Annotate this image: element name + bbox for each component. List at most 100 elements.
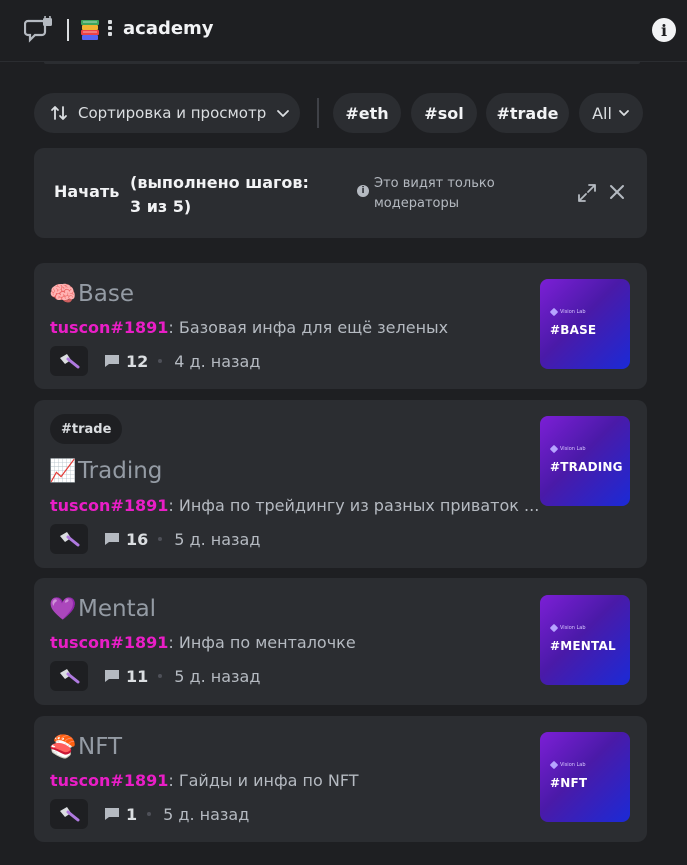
post-preview-text: Инфа по трейдингу из разных приваток ...: [178, 496, 540, 515]
brand-text: Vision Lab: [560, 625, 586, 631]
comment-icon: [105, 533, 119, 545]
close-icon[interactable]: [608, 183, 626, 201]
brand-logo-icon: [549, 623, 559, 633]
all-tags-label: All: [592, 103, 612, 123]
post-meta: 1 5 д. назад: [50, 799, 249, 829]
thumbnail-brand: Vision Lab: [549, 307, 586, 317]
reaction-button[interactable]: [50, 661, 88, 691]
post-card-base[interactable]: 🧠 Base tuscon#1891: Базовая инфа для ещё…: [34, 263, 647, 389]
post-title-text: NFT: [78, 734, 123, 760]
comment-icon: [105, 355, 119, 367]
post-title-text: Base: [78, 281, 135, 307]
meta-separator: [158, 674, 163, 678]
axe-icon: [60, 669, 80, 684]
comment-icon: [105, 808, 119, 820]
info-small-icon: i: [357, 185, 369, 197]
brand-text: Vision Lab: [560, 446, 586, 452]
brand-logo-icon: [549, 760, 559, 770]
post-author[interactable]: tuscon#1891: [50, 633, 168, 652]
author-colon: :: [168, 318, 179, 337]
info-icon[interactable]: i: [652, 18, 676, 42]
author-colon: :: [168, 633, 179, 652]
post-thumbnail[interactable]: Vision Lab #TRADING: [540, 416, 630, 506]
channel-title: academy: [123, 18, 214, 39]
onboarding-banner: Начать (выполнено шагов: 3 из 5) i Это в…: [34, 148, 647, 238]
meta-separator: [147, 812, 152, 816]
reaction-button[interactable]: [50, 346, 88, 376]
post-author[interactable]: tuscon#1891: [50, 496, 168, 515]
post-title-text: Mental: [78, 596, 157, 622]
sort-label: Сортировка и просмотр: [78, 104, 267, 122]
post-age: 5 д. назад: [174, 529, 261, 549]
axe-icon: [60, 532, 80, 547]
post-title: 🧠 Base: [49, 281, 135, 307]
expand-icon[interactable]: [577, 183, 597, 203]
onboarding-progress: (выполнено шагов: 3 из 5): [130, 173, 309, 216]
start-button[interactable]: Начать: [54, 182, 119, 201]
forum-lock-icon: [24, 16, 52, 43]
post-title: 📈 Trading: [49, 458, 163, 484]
post-preview-text: Гайды и инфа по NFT: [178, 771, 359, 790]
post-card-trading[interactable]: #trade 📈 Trading tuscon#1891: Инфа по тр…: [34, 400, 647, 568]
post-preview-text: Базовая инфа для ещё зеленых: [178, 318, 449, 337]
tag-filter-eth[interactable]: #eth: [333, 93, 401, 133]
post-title-text: Trading: [78, 458, 163, 484]
axe-icon: [60, 807, 80, 822]
post-thumbnail[interactable]: Vision Lab #BASE: [540, 279, 630, 369]
brand-text: Vision Lab: [560, 762, 586, 768]
comment-count: 12: [126, 351, 149, 371]
filter-divider: [317, 98, 319, 128]
moderator-note: Это видят только модераторы: [374, 176, 495, 211]
post-card-nft[interactable]: 🍣 NFT tuscon#1891: Гайды и инфа по NFT 1…: [34, 716, 647, 842]
meta-separator: [158, 537, 163, 541]
chevron-down-icon: [277, 110, 290, 117]
reaction-button[interactable]: [50, 524, 88, 554]
post-meta: 16 5 д. назад: [50, 524, 260, 554]
comment-count: 1: [126, 804, 138, 824]
reaction-button[interactable]: [50, 799, 88, 829]
post-thumbnail[interactable]: Vision Lab #MENTAL: [540, 595, 630, 685]
post-preview: tuscon#1891: Инфа по менталочке: [50, 633, 356, 652]
comment-count: 16: [126, 529, 149, 549]
post-thumbnail[interactable]: Vision Lab #NFT: [540, 732, 630, 822]
axe-icon: [60, 354, 80, 369]
post-age: 5 д. назад: [163, 804, 250, 824]
chevron-down-icon: [619, 110, 629, 116]
post-author[interactable]: tuscon#1891: [50, 318, 168, 337]
thumbnail-text: #BASE: [550, 323, 597, 337]
header-separator: [108, 20, 112, 40]
post-title: 🍣 NFT: [49, 734, 123, 760]
author-colon: :: [168, 771, 179, 790]
tag-filter-trade[interactable]: #trade: [486, 93, 569, 133]
header-divider: [67, 19, 69, 41]
thumbnail-text: #TRADING: [550, 460, 623, 474]
thumbnail-text: #MENTAL: [550, 639, 616, 653]
post-card-mental[interactable]: 💜 Mental tuscon#1891: Инфа по менталочке…: [34, 578, 647, 705]
comment-count: 11: [126, 666, 149, 686]
channel-header: [0, 0, 687, 62]
post-preview: tuscon#1891: Инфа по трейдингу из разных…: [50, 496, 539, 515]
post-preview-text: Инфа по менталочке: [178, 633, 356, 652]
post-age: 5 д. назад: [174, 666, 261, 686]
header-shadow: [44, 62, 640, 64]
thumbnail-brand: Vision Lab: [549, 444, 586, 454]
author-colon: :: [168, 496, 179, 515]
sort-and-view-button[interactable]: Сортировка и просмотр: [34, 93, 300, 133]
brain-emoji-icon: 🧠: [49, 281, 77, 307]
sushi-emoji-icon: 🍣: [49, 734, 77, 760]
post-meta: 12 4 д. назад: [50, 346, 260, 376]
all-tags-dropdown[interactable]: All: [579, 93, 643, 133]
tag-filter-sol[interactable]: #sol: [411, 93, 477, 133]
chart-emoji-icon: 📈: [49, 458, 77, 484]
post-author[interactable]: tuscon#1891: [50, 771, 168, 790]
post-tag-chip[interactable]: #trade: [50, 414, 123, 444]
post-preview: tuscon#1891: Базовая инфа для ещё зелены…: [50, 318, 448, 337]
thumbnail-brand: Vision Lab: [549, 760, 586, 770]
thumbnail-brand: Vision Lab: [549, 623, 586, 633]
brand-logo-icon: [549, 444, 559, 454]
post-age: 4 д. назад: [174, 351, 261, 371]
meta-separator: [158, 359, 163, 363]
post-title: 💜 Mental: [49, 596, 157, 622]
brand-logo-icon: [549, 307, 559, 317]
post-preview: tuscon#1891: Гайды и инфа по NFT: [50, 771, 359, 790]
